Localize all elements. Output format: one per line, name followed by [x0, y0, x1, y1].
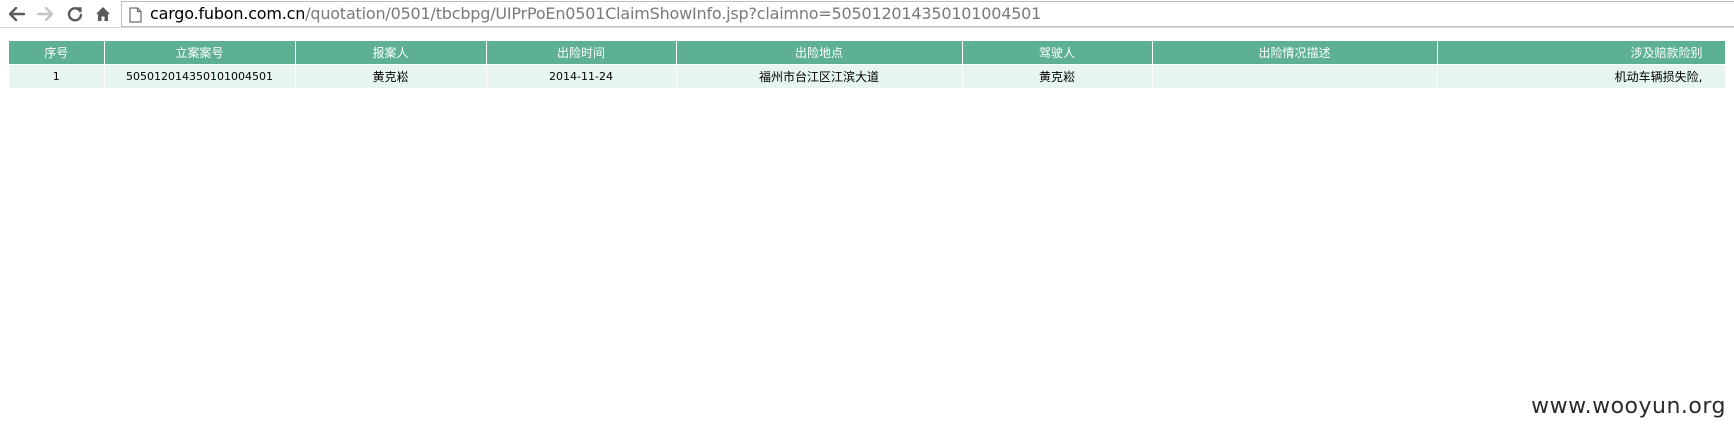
arrow-right-icon — [37, 7, 53, 21]
cell-reporter: 黄克崧 — [295, 64, 487, 88]
header-accident-time: 出险时间 — [486, 41, 677, 65]
header-claim-no: 立案案号 — [104, 41, 296, 65]
cell-driver: 黄克崧 — [962, 64, 1153, 88]
home-button[interactable] — [91, 2, 115, 26]
cell-claim-no: 505012014350101004501 — [104, 64, 296, 88]
cell-accident-location: 福州市台江区江滨大道 — [676, 64, 963, 88]
address-bar[interactable]: cargo.fubon.com.cn/quotation/0501/tbcbpg… — [121, 1, 1734, 27]
back-button[interactable] — [5, 2, 29, 26]
browser-toolbar: cargo.fubon.com.cn/quotation/0501/tbcbpg… — [0, 0, 1734, 28]
watermark-text: www.wooyun.org — [1531, 394, 1726, 419]
page-icon — [129, 7, 142, 27]
url-path: /quotation/0501/tbcbpg/UIPrPoEn0501Claim… — [305, 4, 1042, 23]
header-driver: 驾驶人 — [962, 41, 1153, 65]
cell-accident-time: 2014-11-24 — [486, 64, 677, 88]
url-text[interactable]: cargo.fubon.com.cn/quotation/0501/tbcbpg… — [150, 5, 1041, 23]
header-seq: 序号 — [9, 41, 105, 65]
table-row: 1 505012014350101004501 黄克崧 2014-11-24 福… — [9, 64, 1726, 88]
header-reporter: 报案人 — [295, 41, 487, 65]
forward-button[interactable] — [33, 2, 57, 26]
claim-info-table: 序号 立案案号 报案人 出险时间 出险地点 驾驶人 出险情况描述 涉及赔款险别 … — [9, 41, 1726, 88]
cell-description — [1152, 64, 1438, 88]
table-header-row: 序号 立案案号 报案人 出险时间 出险地点 驾驶人 出险情况描述 涉及赔款险别 — [9, 41, 1726, 65]
header-accident-location: 出险地点 — [676, 41, 963, 65]
url-host: cargo.fubon.com.cn — [150, 4, 306, 23]
header-description: 出险情况描述 — [1152, 41, 1438, 65]
cell-coverage: 机动车辆损失险, — [1437, 64, 1726, 88]
reload-icon — [67, 7, 83, 22]
reload-button[interactable] — [63, 2, 87, 26]
header-coverage: 涉及赔款险别 — [1437, 41, 1726, 65]
arrow-left-icon — [9, 7, 25, 21]
cell-seq: 1 — [9, 64, 105, 88]
home-icon — [96, 7, 110, 21]
